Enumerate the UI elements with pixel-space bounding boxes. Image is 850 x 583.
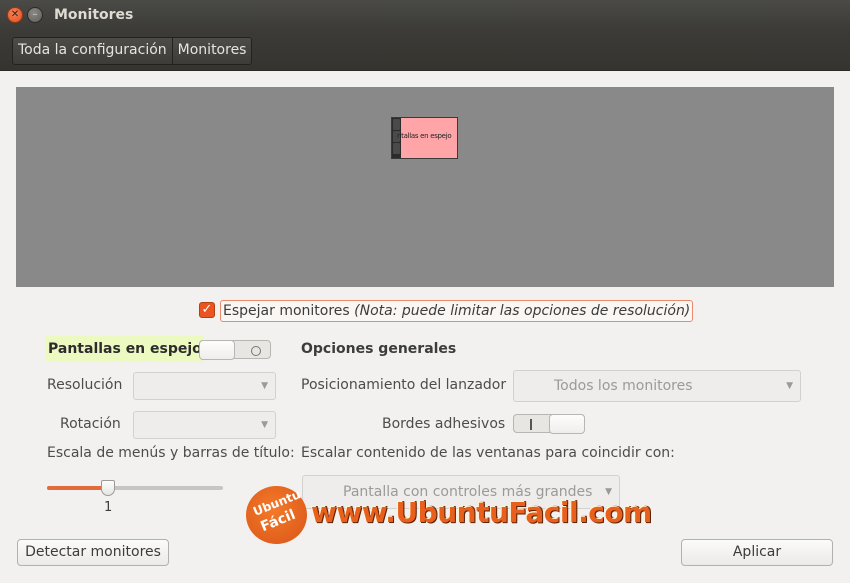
- close-icon: ✕: [10, 9, 20, 20]
- switch-on-icon: [530, 419, 532, 430]
- switch-off-icon: [251, 346, 261, 356]
- monitor-power-switch[interactable]: [199, 340, 271, 360]
- ui-scale-label: Escala de menús y barras de título:: [47, 445, 295, 461]
- window-scale-label: Escalar contenido de las ventanas para c…: [301, 445, 675, 461]
- mirror-checkbox[interactable]: ✓: [199, 302, 215, 318]
- monitor-preview[interactable]: ntallas en espejo: [391, 117, 458, 159]
- launcher-placement-value: Todos los monitores: [554, 378, 693, 394]
- check-icon: ✓: [201, 302, 213, 317]
- sticky-edges-switch[interactable]: [513, 414, 585, 434]
- ui-scale-value: 1: [104, 500, 113, 515]
- monitor-preview-label: ntallas en espejo: [397, 132, 452, 140]
- watermark-text: www.UbuntuFacil.com: [311, 496, 652, 529]
- launcher-placement-label: Posicionamiento del lanzador: [301, 377, 507, 393]
- window-title: Monitores: [54, 7, 134, 23]
- rotation-label: Rotación: [60, 416, 121, 432]
- breadcrumb: Toda la configuración Monitores: [12, 37, 253, 65]
- title-bar: ✕ – Monitores: [0, 0, 850, 30]
- toolbar: Toda la configuración Monitores: [0, 30, 850, 71]
- switch-knob: [199, 340, 235, 360]
- ubuntufacil-logo: Ubuntu Fácil: [246, 486, 307, 544]
- close-button[interactable]: ✕: [7, 7, 23, 23]
- ui-scale-slider-handle[interactable]: [101, 480, 115, 496]
- general-options-heading: Opciones generales: [301, 341, 457, 357]
- monitor-name: Pantallas en espejo: [46, 336, 204, 362]
- ui-scale-slider[interactable]: [47, 486, 223, 490]
- mirror-label[interactable]: Espejar monitores (Nota: puede limitar l…: [220, 300, 694, 322]
- minimize-icon: –: [32, 9, 38, 20]
- resolution-select[interactable]: ▼: [133, 372, 276, 400]
- apply-button[interactable]: Aplicar: [681, 539, 833, 566]
- chevron-down-icon: ▼: [261, 381, 268, 391]
- mirror-note: (Nota: puede limitar las opciones de res…: [354, 303, 691, 319]
- breadcrumb-all-settings[interactable]: Toda la configuración: [13, 38, 172, 64]
- sticky-edges-label: Bordes adhesivos: [382, 416, 506, 432]
- switch-knob: [549, 414, 585, 434]
- chevron-down-icon: ▼: [261, 420, 268, 430]
- resolution-label: Resolución: [47, 377, 123, 393]
- mirror-label-text: Espejar monitores: [223, 303, 350, 319]
- minimize-button[interactable]: –: [27, 7, 43, 23]
- launcher-placement-select[interactable]: Todos los monitores ▼: [513, 370, 801, 402]
- breadcrumb-monitors[interactable]: Monitores: [171, 38, 252, 64]
- rotation-select[interactable]: ▼: [133, 411, 276, 439]
- chevron-down-icon: ▼: [786, 381, 793, 391]
- detect-monitors-button[interactable]: Detectar monitores: [17, 539, 169, 566]
- ui-scale-slider-fill: [47, 486, 109, 490]
